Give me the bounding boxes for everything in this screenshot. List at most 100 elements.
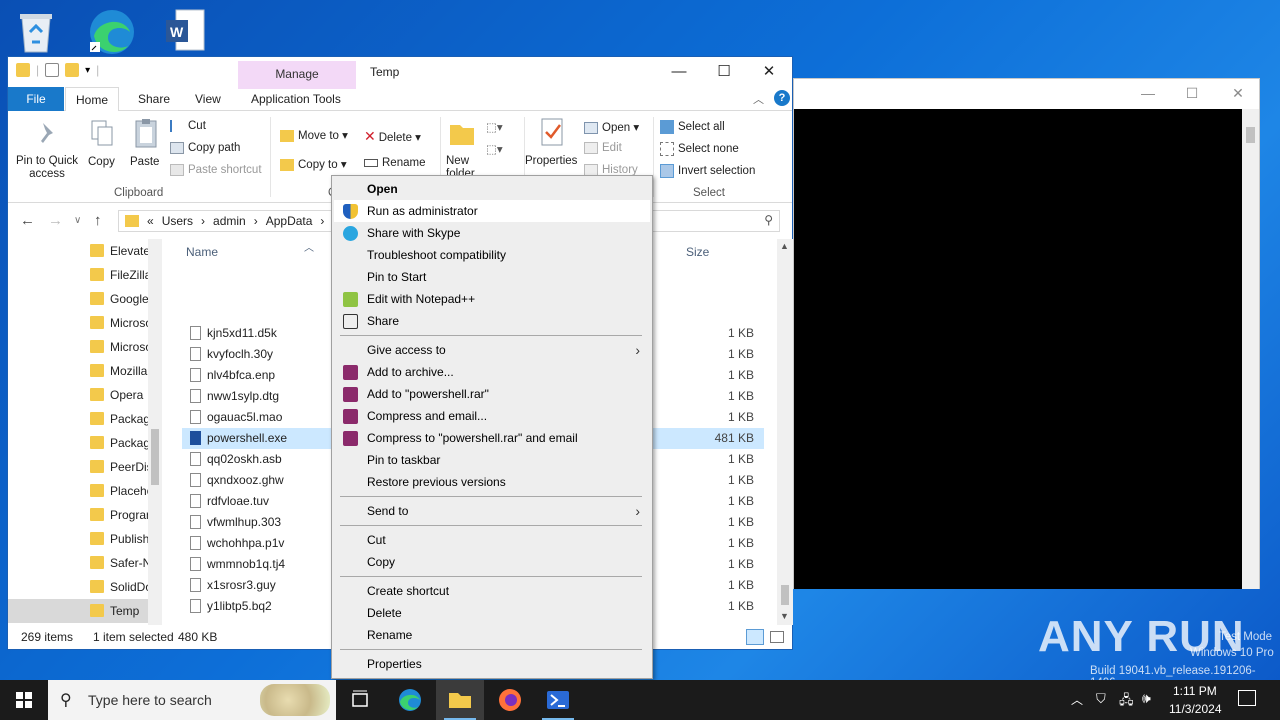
show-hidden-icons-chevron-icon[interactable]: ︿ [1071,691,1083,708]
console-maximize-button[interactable]: ☐ [1182,85,1202,103]
menu-item-share-skype[interactable]: Share with Skype [334,222,650,244]
notifications-icon[interactable] [1238,690,1256,706]
new-folder-icon[interactable] [65,63,80,77]
scroll-down-icon[interactable]: ▼ [780,611,789,621]
nav-item-packages-1[interactable]: Packag [8,407,148,431]
select-all-button[interactable]: Select all [660,120,725,134]
menu-item-cut[interactable]: Cut [334,529,650,551]
up-arrow-icon[interactable]: ↑ [94,212,102,229]
console-window[interactable]: — ☐ ✕ [793,78,1260,589]
taskbar-firefox[interactable] [486,680,534,720]
nav-item-microsoft-2[interactable]: Microso [8,335,148,359]
console-close-button[interactable]: ✕ [1228,85,1248,103]
breadcrumb-separator[interactable]: › [201,214,205,228]
details-view-icon[interactable] [746,629,764,645]
help-icon[interactable]: ? [774,90,790,106]
menu-item-open[interactable]: Open [334,178,650,200]
clock-date[interactable]: 11/3/2024 [1169,702,1222,716]
rename-button[interactable]: Rename [364,157,425,169]
column-header-name[interactable]: Name [186,245,218,259]
easy-access-icon[interactable]: ⬚▾ [486,142,503,156]
menu-item-add-archive[interactable]: Add to archive... [334,361,650,383]
new-folder-button[interactable]: New folder [446,155,482,177]
word-doc-icon[interactable]: W [160,6,212,58]
nav-scroll-thumb[interactable] [151,429,159,485]
volume-icon[interactable]: 🕪 [1142,690,1151,707]
tab-view[interactable]: View [185,87,231,111]
nav-item-filezilla[interactable]: FileZilla [8,263,148,287]
nav-item-temp[interactable]: Temp [8,599,148,623]
paste-button[interactable]: Paste [130,156,159,168]
delete-button[interactable]: ✕ Delete ▾ [364,128,421,145]
properties-button[interactable]: Properties [525,155,577,167]
menu-item-pin-taskbar[interactable]: Pin to taskbar [334,449,650,471]
new-item-icon[interactable]: ⬚▾ [486,120,503,134]
nav-item-elevate[interactable]: Elevate [8,239,148,263]
nav-item-soliddocuments[interactable]: SolidDo [8,575,148,599]
scroll-up-icon[interactable]: ▲ [780,241,789,251]
menu-item-copy[interactable]: Copy [334,551,650,573]
address-bar[interactable]: « Users › admin › AppData › [118,210,333,232]
maximize-button[interactable]: ☐ [706,61,742,85]
menu-item-share[interactable]: Share [334,310,650,332]
large-icons-view-icon[interactable] [770,631,784,643]
open-button[interactable]: Open ▾ [584,120,639,134]
menu-item-give-access[interactable]: Give access to › [334,339,650,361]
copy-to-button[interactable]: Copy to ▾ [280,157,347,171]
chevron-down-icon[interactable]: ▾ [85,65,90,76]
pin-to-quick-access-button[interactable]: Pin to Quick access [16,155,78,181]
menu-item-add-rar[interactable]: Add to "powershell.rar" [334,383,650,405]
properties-check-icon[interactable] [45,63,60,77]
recent-chevron-icon[interactable]: ∨ [74,215,81,226]
menu-item-create-shortcut[interactable]: Create shortcut [334,580,650,602]
explorer-titlebar[interactable]: | ▾ | Manage Temp — ☐ ✕ [8,57,792,89]
nav-item-packages-2[interactable]: Packag [8,431,148,455]
nav-item-google[interactable]: Google [8,287,148,311]
menu-item-pin-start[interactable]: Pin to Start [334,266,650,288]
tab-file[interactable]: File [8,87,64,111]
file-scroll-thumb[interactable] [781,585,789,605]
move-to-button[interactable]: Move to ▾ [280,128,348,142]
menu-item-compress-rar-email[interactable]: Compress to "powershell.rar" and email [334,427,650,449]
back-arrow-icon[interactable]: ← [20,212,35,229]
invert-selection-button[interactable]: Invert selection [660,164,755,178]
taskbar-powershell[interactable] [534,680,582,720]
recycle-bin-icon[interactable] [10,6,62,58]
tab-manage[interactable]: Manage [238,61,356,89]
console-scrollbar[interactable] [1242,109,1259,589]
forward-arrow-icon[interactable]: → [48,212,63,229]
menu-item-run-as-admin[interactable]: Run as administrator [334,200,650,222]
nav-item-microsoft-1[interactable]: Microso [8,311,148,335]
nav-scrollbar[interactable] [148,239,162,625]
nav-item-placeholder[interactable]: Placeho [8,479,148,503]
taskbar-search-box[interactable]: ⚲ Type here to search [48,680,336,720]
cut-button[interactable]: Cut [170,120,206,132]
nav-item-opera[interactable]: Opera [8,383,148,407]
tab-home[interactable]: Home [65,87,120,112]
start-button[interactable] [0,680,48,720]
edit-button[interactable]: Edit [584,142,622,154]
breadcrumb-separator[interactable]: › [254,214,258,228]
menu-item-troubleshoot[interactable]: Troubleshoot compatibility [334,244,650,266]
select-none-button[interactable]: Select none [660,142,739,156]
nav-item-peerdist[interactable]: PeerDis [8,455,148,479]
breadcrumb-users[interactable]: Users [162,214,193,228]
menu-item-delete[interactable]: Delete [334,602,650,624]
chevron-up-icon[interactable]: ︿ [753,91,764,107]
taskbar-file-explorer[interactable] [436,680,484,720]
menu-item-rename[interactable]: Rename [334,624,650,646]
copy-path-button[interactable]: Copy path [170,142,240,154]
menu-item-edit-notepad[interactable]: Edit with Notepad++ [334,288,650,310]
console-minimize-button[interactable]: — [1138,85,1158,103]
console-scroll-thumb[interactable] [1246,127,1255,143]
breadcrumb-appdata[interactable]: AppData [266,214,313,228]
copy-button[interactable]: Copy [88,156,115,168]
tab-application-tools[interactable]: Application Tools [241,87,351,111]
menu-item-properties[interactable]: Properties [334,653,650,675]
menu-item-compress-email[interactable]: Compress and email... [334,405,650,427]
minimize-button[interactable]: — [661,61,697,85]
nav-item-programs[interactable]: Program [8,503,148,527]
console-screen[interactable] [794,109,1243,589]
tab-share[interactable]: Share [128,87,180,111]
network-icon[interactable]: 🖧 [1119,691,1134,713]
